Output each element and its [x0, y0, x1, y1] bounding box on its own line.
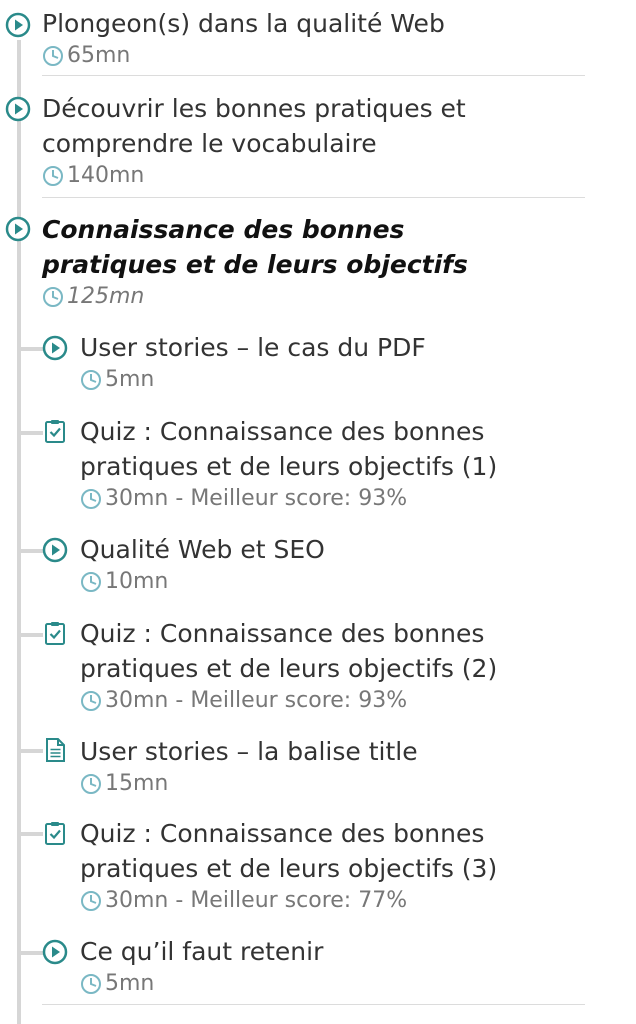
divider — [42, 75, 585, 76]
clock-icon — [43, 46, 63, 66]
lesson-duration: 5mn — [80, 365, 600, 395]
lesson-duration: 30mn - Meilleur score: 93% — [80, 484, 600, 514]
module-duration: 140mn — [42, 161, 542, 191]
lesson-duration: 5mn — [80, 969, 600, 999]
module-title[interactable]: Connaissance des bonnes pratiques et de … — [42, 212, 522, 282]
lesson-item[interactable]: Qualité Web et SEO 10mn — [80, 532, 600, 597]
play-circle-icon — [42, 537, 68, 563]
lesson-item[interactable]: User stories – la balise title 15mn — [80, 734, 600, 799]
lesson-item[interactable]: User stories – le cas du PDF 5mn — [80, 330, 600, 395]
clipboard-check-icon — [45, 822, 65, 845]
clipboard-check-icon — [45, 622, 65, 645]
module-1[interactable]: Plongeon(s) dans la qualité Web 65mn — [42, 6, 602, 71]
lesson-title[interactable]: User stories – la balise title — [80, 734, 600, 769]
rail-branch — [21, 633, 43, 637]
rail-branch — [21, 431, 43, 435]
clock-icon — [81, 774, 101, 794]
lesson-item[interactable]: Quiz : Connaissance des bonnes pratiques… — [80, 816, 600, 916]
module-2[interactable]: Découvrir les bonnes pratiques et compre… — [42, 91, 542, 191]
lesson-title[interactable]: User stories – le cas du PDF — [80, 330, 600, 365]
play-circle-icon — [5, 216, 31, 242]
clock-icon — [43, 287, 63, 307]
lesson-title[interactable]: Quiz : Connaissance des bonnes pratiques… — [80, 414, 600, 484]
play-circle-icon — [5, 12, 31, 38]
play-circle-icon — [5, 96, 31, 122]
module-title[interactable]: Découvrir les bonnes pratiques et compre… — [42, 91, 542, 161]
best-score: Meilleur score: 93% — [190, 688, 408, 713]
lesson-title[interactable]: Ce qu’il faut retenir — [80, 934, 600, 969]
module-3-active[interactable]: Connaissance des bonnes pratiques et de … — [42, 212, 522, 312]
divider — [42, 1004, 585, 1005]
best-score: Meilleur score: 93% — [190, 486, 408, 511]
lesson-item[interactable]: Ce qu’il faut retenir 5mn — [80, 934, 600, 999]
play-circle-icon — [42, 939, 68, 965]
clock-icon — [43, 166, 63, 186]
clock-icon — [81, 370, 101, 390]
lesson-duration: 30mn - Meilleur score: 77% — [80, 886, 600, 916]
clock-icon — [81, 974, 101, 994]
best-score: Meilleur score: 77% — [190, 888, 408, 913]
lesson-duration: 15mn — [80, 769, 600, 799]
clock-icon — [81, 691, 101, 711]
document-icon — [46, 738, 65, 762]
rail-branch — [21, 347, 43, 351]
clock-icon — [81, 891, 101, 911]
lesson-title[interactable]: Qualité Web et SEO — [80, 532, 600, 567]
lesson-duration: 30mn - Meilleur score: 93% — [80, 686, 600, 716]
divider — [42, 197, 585, 198]
rail-branch — [21, 832, 43, 836]
clock-icon — [81, 572, 101, 592]
rail-branch — [21, 549, 43, 553]
clipboard-check-icon — [45, 420, 65, 443]
lesson-item[interactable]: Quiz : Connaissance des bonnes pratiques… — [80, 414, 600, 514]
module-duration: 65mn — [42, 41, 602, 71]
module-title[interactable]: Plongeon(s) dans la qualité Web — [42, 6, 602, 41]
lesson-duration: 10mn — [80, 567, 600, 597]
lesson-item[interactable]: Quiz : Connaissance des bonnes pratiques… — [80, 616, 600, 716]
rail-branch — [21, 951, 43, 955]
module-duration: 125mn — [42, 282, 522, 312]
lesson-title[interactable]: Quiz : Connaissance des bonnes pratiques… — [80, 616, 600, 686]
rail-branch — [21, 749, 43, 753]
clock-icon — [81, 489, 101, 509]
lesson-title[interactable]: Quiz : Connaissance des bonnes pratiques… — [80, 816, 600, 886]
play-circle-icon — [42, 335, 68, 361]
outline-rail — [17, 40, 21, 1024]
